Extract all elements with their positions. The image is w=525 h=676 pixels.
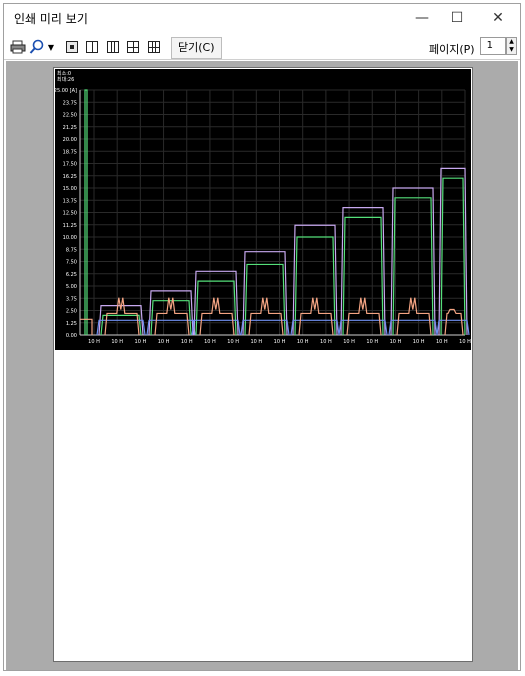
magnifier-icon[interactable] <box>29 39 45 55</box>
series-line <box>292 224 338 336</box>
x-tick-label: 10 H <box>250 339 262 345</box>
x-tick-label: 10 H <box>297 339 309 345</box>
chart-top-label: 최소:0 <box>57 70 71 77</box>
series-line <box>248 297 284 336</box>
x-tick-label: 10 H <box>320 339 332 345</box>
y-tick-label: 18.75 <box>63 149 77 155</box>
x-tick-label: 10 H <box>459 339 471 345</box>
x-tick-label: 10 H <box>204 339 216 345</box>
chart-svg: 0.00 1.25 2.50 3.75 5.00 6.25 7.50 8.75 10.00 11.… <box>54 70 471 345</box>
series-line <box>396 297 432 336</box>
six-pages-icon[interactable] <box>147 39 161 55</box>
page-number-input[interactable]: 1 <box>480 37 506 55</box>
chart-top-label: 최대:26 <box>57 76 74 83</box>
series-line <box>298 297 334 336</box>
y-tick-label: 7.50 <box>66 260 77 266</box>
series-line <box>154 297 190 336</box>
y-tick-label: 15.00 <box>63 186 77 192</box>
three-pages-icon[interactable] <box>106 39 120 55</box>
printer-icon[interactable] <box>10 39 26 55</box>
series-line <box>199 297 235 336</box>
y-tick-label: 13.75 <box>63 198 77 204</box>
y-tick-label: 8.75 <box>66 247 77 253</box>
page-label: 페이지(P) <box>429 43 475 56</box>
title-bar: 인쇄 미리 보기 — ☐ ✕ <box>4 4 520 32</box>
x-tick-label: 10 H <box>227 339 239 345</box>
zoom-dropdown-chevron-icon[interactable]: ▼ <box>46 39 56 55</box>
y-tick-label: 6.25 <box>66 272 77 278</box>
current-chart: 0.00 1.25 2.50 3.75 5.00 6.25 7.50 8.75 10.00 11.… <box>54 69 471 350</box>
two-pages-icon[interactable] <box>85 39 99 55</box>
series-line <box>346 297 382 336</box>
series-line <box>104 297 140 336</box>
x-tick-label: 10 H <box>111 339 123 345</box>
y-tick-label: 10.00 <box>63 235 77 241</box>
four-pages-icon[interactable] <box>126 39 140 55</box>
y-tick-label: 11.25 <box>63 223 77 229</box>
maximize-button[interactable]: ☐ <box>437 4 477 32</box>
x-tick-label: 10 H <box>181 339 193 345</box>
one-page-icon[interactable] <box>65 39 79 55</box>
y-tick-label: 1.25 <box>66 321 77 327</box>
preview-page: 0.00 1.25 2.50 3.75 5.00 6.25 7.50 8.75 10.00 11.… <box>53 67 473 662</box>
window-title: 인쇄 미리 보기 <box>14 12 88 26</box>
y-tick-label: 25.00 [A] <box>55 88 77 94</box>
page-spinner[interactable]: ▲ ▼ <box>506 37 517 55</box>
x-tick-label: 10 H <box>366 339 378 345</box>
close-window-button[interactable]: ✕ <box>478 4 518 32</box>
x-tick-label: 10 H <box>436 339 448 345</box>
x-tick-label: 10 H <box>88 339 100 345</box>
x-tick-label: 10 H <box>158 339 170 345</box>
y-tick-label: 2.50 <box>66 309 77 315</box>
series-line <box>80 318 93 335</box>
y-tick-label: 5.00 <box>66 284 77 290</box>
minimize-button[interactable]: — <box>402 4 442 32</box>
y-tick-label: 17.50 <box>63 162 77 168</box>
x-tick-label: 10 H <box>343 339 355 345</box>
toolbar: ▼ 닫기(C) 페이지(P) 1 ▲ ▼ <box>4 34 520 60</box>
series-line <box>340 207 386 336</box>
y-tick-label: 22.50 <box>63 113 77 119</box>
y-tick-label: 0.00 <box>66 333 77 339</box>
x-tick-label: 10 H <box>413 339 425 345</box>
y-tick-label: 3.75 <box>66 296 77 302</box>
print-preview-window: 인쇄 미리 보기 — ☐ ✕ ▼ 닫기(C) 페이지(P) 1 ▲ ▼ 0.00… <box>3 3 521 671</box>
y-tick-label: 12.50 <box>63 211 77 217</box>
y-tick-label: 21.25 <box>63 125 77 131</box>
x-tick-label: 10 H <box>274 339 286 345</box>
series-line <box>440 177 466 336</box>
preview-area[interactable]: 0.00 1.25 2.50 3.75 5.00 6.25 7.50 8.75 10.00 11.… <box>6 61 518 670</box>
close-preview-button[interactable]: 닫기(C) <box>171 37 222 59</box>
x-tick-label: 10 H <box>135 339 147 345</box>
y-tick-label: 23.75 <box>63 100 77 106</box>
y-tick-label: 16.25 <box>63 174 77 180</box>
x-tick-label: 10 H <box>390 339 402 345</box>
y-tick-label: 20.00 <box>63 137 77 143</box>
